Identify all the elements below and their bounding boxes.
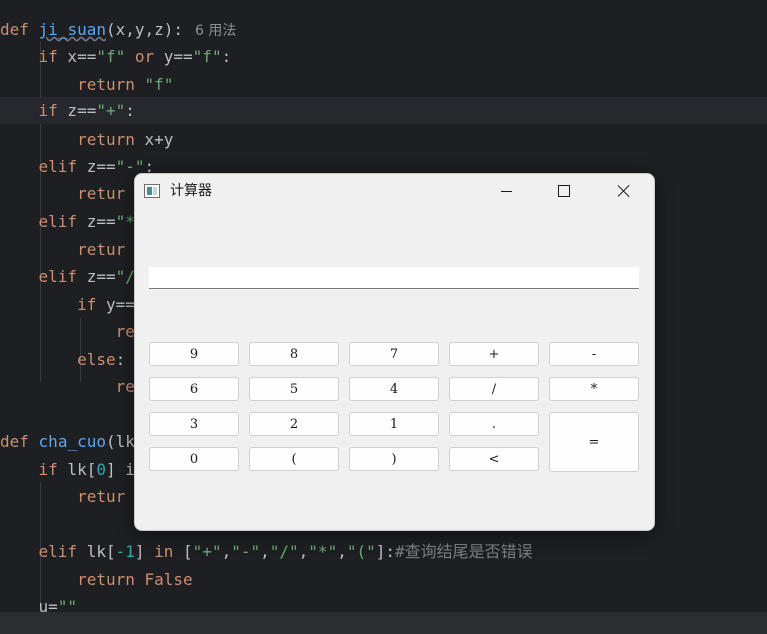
minimize-button[interactable] [483,174,529,208]
code-line: def ji_suan(x,y,z): 6 用法 [0,20,237,39]
key-7-button[interactable]: 7 [349,342,439,366]
decimal-point-button[interactable]: . [449,412,539,436]
subtract-button[interactable]: - [549,342,639,366]
equals-button[interactable]: = [549,412,639,472]
key-3-button[interactable]: 3 [149,412,239,436]
title-bar[interactable]: 计算器 [135,174,654,208]
code-line: return "f" [77,75,174,94]
close-icon [617,184,631,198]
code-line: if x=="f" or y=="f": [38,47,232,66]
close-paren-button[interactable]: ) [349,447,439,471]
function-name: cha_cuo [38,432,106,451]
code-line: return x+y [77,130,174,149]
key-8-button[interactable]: 8 [249,342,339,366]
code-comment: #查询结尾是否错误 [395,542,533,561]
key-6-button[interactable]: 6 [149,377,239,401]
window-title: 计算器 [170,183,212,199]
function-name: ji_suan [38,20,106,39]
open-paren-button[interactable]: ( [249,447,339,471]
maximize-button[interactable] [541,174,587,208]
maximize-icon [558,185,570,197]
key-0-button[interactable]: 0 [149,447,239,471]
key-9-button[interactable]: 9 [149,342,239,366]
editor-bottom-bar [0,612,767,634]
code-line-current: if z=="+": [0,97,767,124]
app-icon [144,184,160,198]
display-input[interactable] [149,267,639,289]
code-line: elif lk[-1] in ["+","-","/","*","("]:#查询… [38,542,533,561]
add-button[interactable]: + [449,342,539,366]
key-2-button[interactable]: 2 [249,412,339,436]
code-line: return False [77,570,193,589]
key-1-button[interactable]: 1 [349,412,439,436]
minimize-icon [500,190,512,192]
key-5-button[interactable]: 5 [249,377,339,401]
calculator-window[interactable]: 计算器 9 8 7 + - 6 5 4 / * 3 2 1 . = 0 ( ) … [134,173,655,531]
usage-hint[interactable]: 6 用法 [195,23,236,39]
key-4-button[interactable]: 4 [349,377,439,401]
backspace-button[interactable]: < [449,447,539,471]
close-button[interactable] [601,174,647,208]
multiply-button[interactable]: * [549,377,639,401]
divide-button[interactable]: / [449,377,539,401]
